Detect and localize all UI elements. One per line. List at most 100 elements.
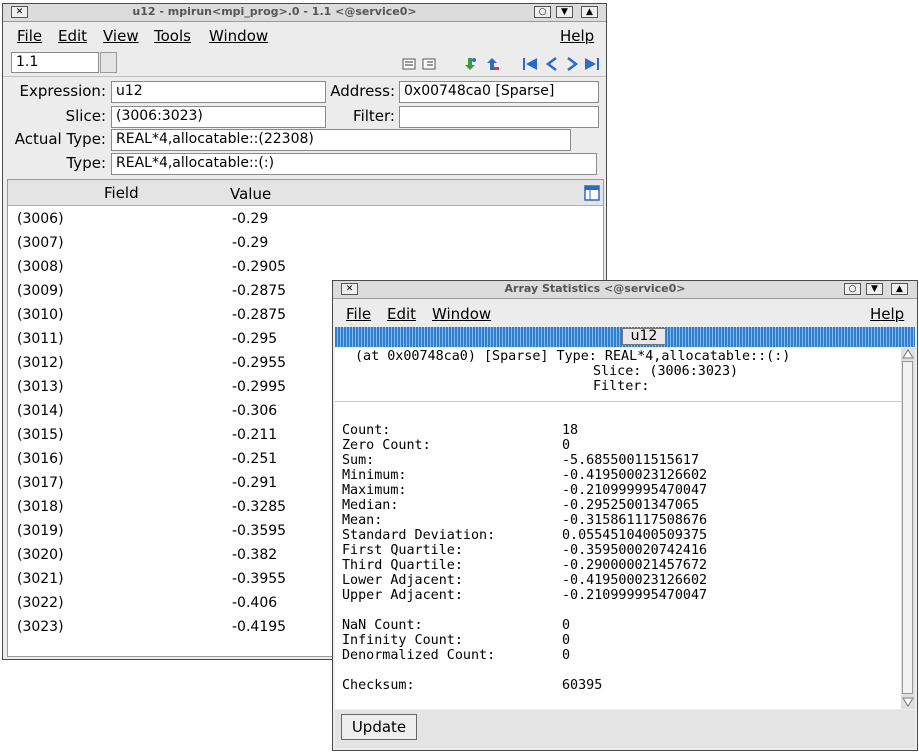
stat-value: -0.29525001347065: [562, 498, 700, 513]
update-area: [335, 710, 915, 748]
slice-field[interactable]: (3006:3023): [111, 106, 326, 128]
update-button[interactable]: Update: [341, 714, 417, 740]
minimize-icon[interactable]: ▼: [866, 283, 883, 295]
actual-type-value: REAL*4,allocatable::(22308): [116, 131, 314, 147]
dive-icon[interactable]: [462, 57, 478, 71]
table-row-field[interactable]: (3009): [17, 279, 64, 303]
table-row-field[interactable]: (3008): [17, 255, 64, 279]
stats-scrollbar[interactable]: [901, 348, 915, 709]
stat-label: Zero Count:: [342, 438, 431, 453]
menu-file[interactable]: File: [17, 27, 42, 45]
table-row-field[interactable]: (3015): [17, 423, 64, 447]
table-row-field[interactable]: (3019): [17, 519, 64, 543]
table-row-value[interactable]: -0.295: [232, 327, 277, 351]
table-row-value[interactable]: -0.29: [232, 231, 268, 255]
next-icon[interactable]: [564, 57, 580, 71]
column-header-field[interactable]: Field: [104, 184, 139, 202]
menu-window[interactable]: Window: [432, 305, 491, 323]
address-value: 0x00748ca0 [Sparse]: [404, 83, 555, 99]
slice-label: Slice:: [65, 107, 106, 125]
table-row-value[interactable]: -0.2905: [232, 255, 286, 279]
filter-field[interactable]: [399, 106, 599, 128]
expression-field[interactable]: u12: [111, 81, 326, 103]
table-row-field[interactable]: (3014): [17, 399, 64, 423]
expression-value: u12: [116, 83, 143, 99]
maximize-icon[interactable]: ▲: [581, 6, 598, 18]
table-row-value[interactable]: -0.2995: [232, 375, 286, 399]
last-icon[interactable]: [584, 57, 600, 71]
context-field[interactable]: 1.1: [11, 52, 99, 73]
table-row-value[interactable]: -0.406: [232, 591, 277, 615]
collapse-icon[interactable]: [402, 57, 418, 71]
maximize-icon[interactable]: ▲: [891, 283, 908, 295]
column-header-value[interactable]: Value: [230, 185, 271, 203]
minimize-icon[interactable]: ▼: [556, 6, 573, 18]
undive-icon[interactable]: [484, 57, 500, 71]
stat-value: -5.68550011515617: [562, 453, 700, 468]
first-icon[interactable]: [522, 57, 538, 71]
table-row-field[interactable]: (3018): [17, 495, 64, 519]
menu-edit[interactable]: Edit: [387, 305, 416, 323]
menu-file[interactable]: File: [346, 305, 371, 323]
table-row-value[interactable]: -0.211: [232, 423, 277, 447]
menu-window[interactable]: Window: [209, 27, 268, 45]
stats-titlebar[interactable]: ✕ Array Statistics <@service0> ○ ▼ ▲: [333, 281, 917, 299]
main-titlebar[interactable]: ✕ u12 - mpirun<mpi_prog>.0 - 1.1 <@servi…: [3, 4, 606, 22]
stat-label: Minimum:: [342, 468, 407, 483]
table-row-value[interactable]: -0.3955: [232, 567, 286, 591]
table-row-field[interactable]: (3022): [17, 591, 64, 615]
menu-help[interactable]: Help: [870, 305, 904, 323]
table-row-value[interactable]: -0.3285: [232, 495, 286, 519]
table-row-value[interactable]: -0.4195: [232, 615, 286, 639]
table-row-value[interactable]: -0.2875: [232, 279, 286, 303]
stat-label: First Quartile:: [342, 543, 463, 558]
columns-config-icon[interactable]: [584, 185, 600, 201]
table-row-field[interactable]: (3023): [17, 615, 64, 639]
stat-label: Denormalized Count:: [342, 648, 496, 663]
menu-view[interactable]: View: [103, 27, 139, 45]
table-row-value[interactable]: -0.382: [232, 543, 277, 567]
table-row-field[interactable]: (3016): [17, 447, 64, 471]
table-row-field[interactable]: (3020): [17, 543, 64, 567]
table-row-field[interactable]: (3021): [17, 567, 64, 591]
previous-icon[interactable]: [544, 57, 560, 71]
checksum-value: 60395: [562, 678, 603, 693]
menu-edit[interactable]: Edit: [58, 27, 87, 45]
table-row-field[interactable]: (3010): [17, 303, 64, 327]
restore-icon[interactable]: ○: [534, 6, 551, 18]
stat-value: -0.359500020742416: [562, 543, 708, 558]
table-row-field[interactable]: (3012): [17, 351, 64, 375]
scroll-down-icon[interactable]: [902, 696, 914, 708]
context-dropdown-button[interactable]: [100, 52, 117, 73]
table-row-value[interactable]: -0.2955: [232, 351, 286, 375]
context-value: 1.1: [16, 54, 39, 70]
table-row-value[interactable]: -0.291: [232, 471, 277, 495]
table-row-field[interactable]: (3017): [17, 471, 64, 495]
type-field[interactable]: REAL*4,allocatable::(:): [111, 153, 597, 175]
table-row-field[interactable]: (3007): [17, 231, 64, 255]
expand-icon[interactable]: [422, 57, 438, 71]
table-row-value[interactable]: -0.2875: [232, 303, 286, 327]
table-row-value[interactable]: -0.3595: [232, 519, 286, 543]
close-icon[interactable]: ✕: [11, 6, 28, 18]
table-row-field[interactable]: (3013): [17, 375, 64, 399]
tab-stripe: u12: [335, 327, 915, 347]
stat-value: -0.419500023126602: [562, 468, 708, 483]
address-field[interactable]: 0x00748ca0 [Sparse]: [399, 81, 599, 103]
table-row-field[interactable]: (3011): [17, 327, 64, 351]
stat-value: 0: [562, 618, 571, 633]
table-row-field[interactable]: (3006): [17, 207, 64, 231]
table-row-value[interactable]: -0.306: [232, 399, 277, 423]
tab-label: u12: [630, 328, 658, 344]
menu-tools[interactable]: Tools: [154, 27, 191, 45]
scroll-up-icon[interactable]: [902, 348, 914, 360]
restore-icon[interactable]: ○: [844, 283, 861, 295]
menu-help[interactable]: Help: [560, 27, 594, 45]
scroll-thumb[interactable]: [902, 361, 913, 694]
type-value: REAL*4,allocatable::(:): [116, 155, 275, 171]
tab-u12[interactable]: u12: [622, 328, 666, 345]
actual-type-field[interactable]: REAL*4,allocatable::(22308): [111, 129, 571, 151]
close-icon[interactable]: ✕: [341, 283, 358, 295]
table-row-value[interactable]: -0.251: [232, 447, 277, 471]
table-row-value[interactable]: -0.29: [232, 207, 268, 231]
